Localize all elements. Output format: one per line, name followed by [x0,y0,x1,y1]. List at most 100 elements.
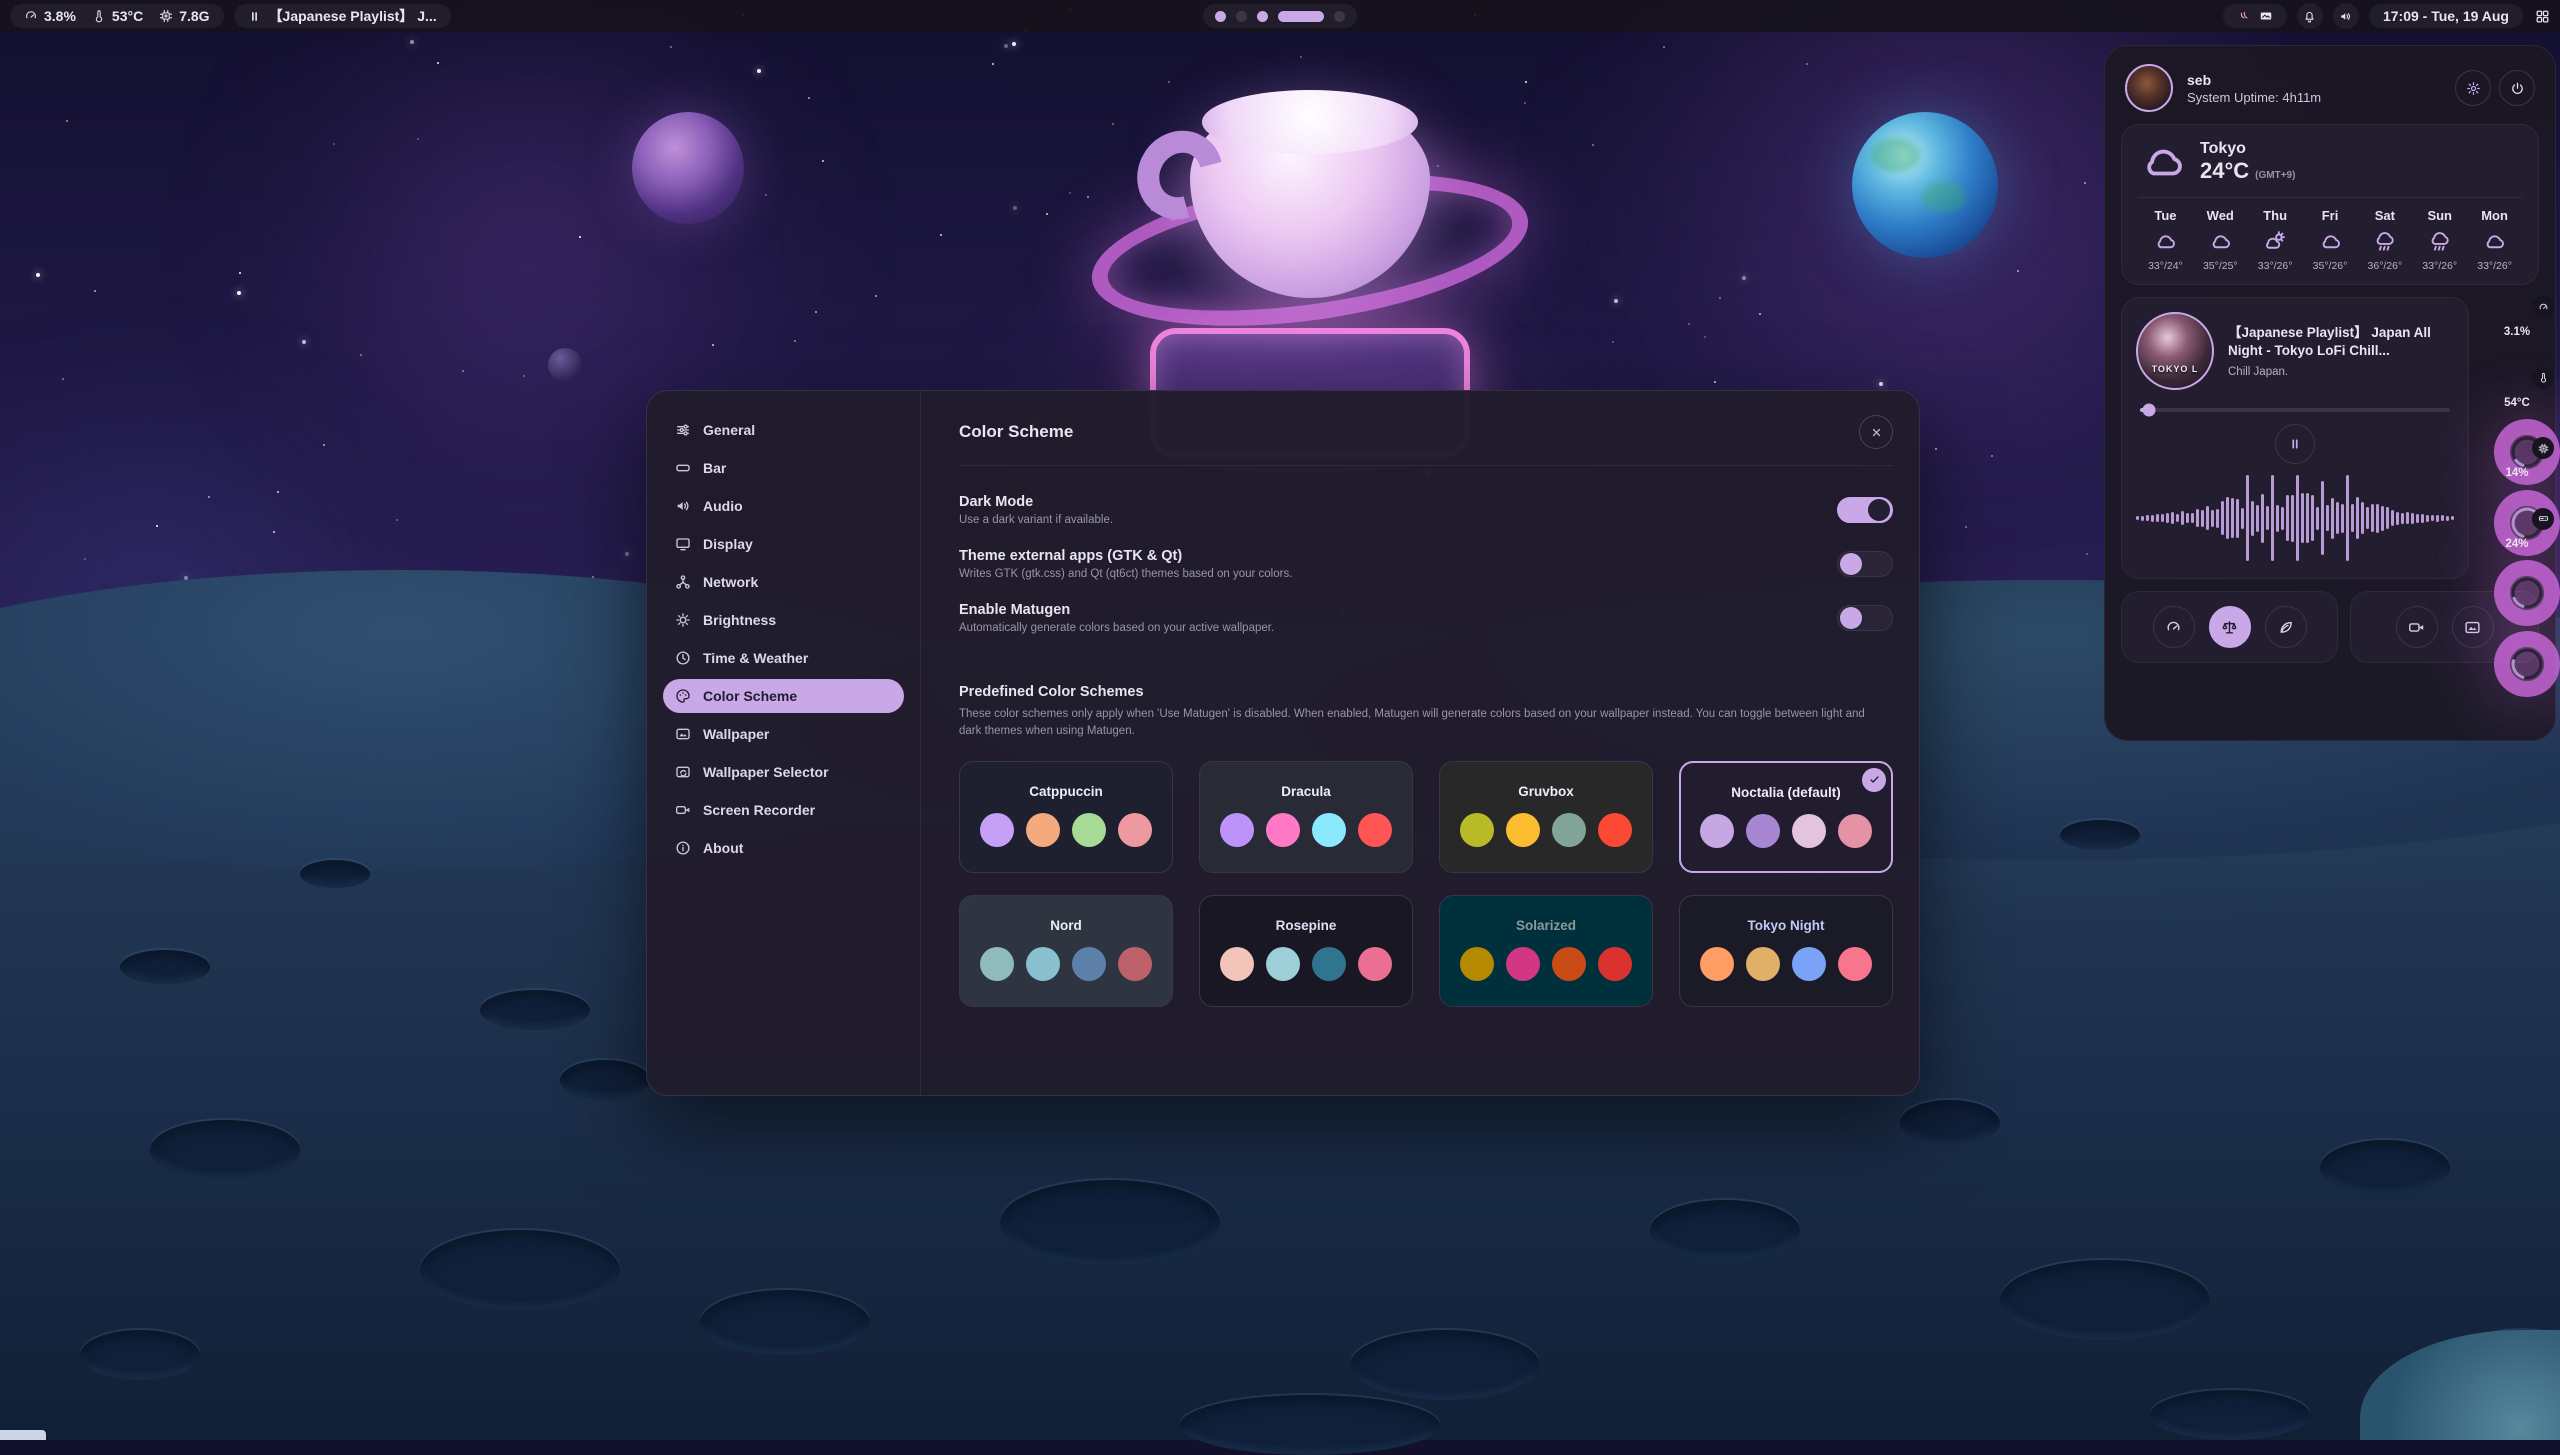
info-icon [675,840,691,856]
settings-button[interactable] [2455,70,2491,106]
color-scheme-card-rosepine[interactable]: Rosepine [1199,895,1413,1007]
star [66,120,68,122]
star [940,234,942,236]
clock[interactable]: 17:09 - Tue, 19 Aug [2369,4,2523,28]
cloud-icon [2140,139,2186,185]
visualizer-bar [2256,505,2259,532]
sidebar-item-bar[interactable]: Bar [663,451,904,485]
video-icon [675,802,691,818]
sidebar-item-wallpaper-selector[interactable]: Wallpaper Selector [663,755,904,789]
color-swatch [1312,813,1346,847]
color-scheme-card-tokyo-night[interactable]: Tokyo Night [1679,895,1893,1007]
workspace-dot-5[interactable] [1334,11,1345,22]
star [1879,382,1883,386]
volume-button[interactable] [2333,3,2359,29]
pause-button[interactable] [2275,424,2315,464]
forecast-day-tue: Tue33°/24° [2138,208,2193,272]
gauge-thermometer: 54°C [2484,370,2550,436]
notifications-button[interactable] [2297,3,2323,29]
visualizer-bar [2171,512,2174,524]
monitor-icon [675,536,691,552]
wallpaper-tray-icon[interactable] [2259,9,2273,23]
tray-app-icon[interactable] [2237,9,2251,23]
scheme-swatches [1700,814,1872,848]
seek-knob[interactable] [2143,404,2156,417]
star [1965,526,1967,528]
power-profile-power-saver[interactable] [2265,606,2307,648]
color-scheme-card-gruvbox[interactable]: Gruvbox [1439,761,1653,873]
media-pill[interactable]: 【Japanese Playlist】 J... [234,4,451,28]
forecast-temps: 33°/26° [2477,260,2512,272]
seek-bar[interactable] [2140,408,2450,412]
sidebar-item-time-weather[interactable]: Time & Weather [663,641,904,675]
color-scheme-card-nord[interactable]: Nord [959,895,1173,1007]
color-scheme-card-solarized[interactable]: Solarized [1439,895,1653,1007]
color-scheme-card-noctalia-default-[interactable]: Noctalia (default) [1679,761,1893,873]
workspace-dot-1[interactable] [1215,11,1226,22]
dark-mode-toggle[interactable] [1837,497,1893,523]
star [2086,553,2088,555]
star [757,69,761,73]
album-art[interactable]: TOKYO L [2136,312,2214,390]
color-swatch [1792,947,1826,981]
toggle-knob [1840,553,1862,575]
sidebar-item-network[interactable]: Network [663,565,904,599]
color-swatch [1026,947,1060,981]
color-scheme-card-dracula[interactable]: Dracula [1199,761,1413,873]
scheme-name: Catppuccin [1029,784,1103,799]
rain-icon [2373,230,2396,253]
visualizer-bar [2431,515,2434,521]
audio-visualizer [2136,472,2454,564]
star [1013,206,1017,210]
setting-title: Theme external apps (GTK & Qt) [959,548,1292,564]
sidebar-item-label: About [703,840,743,856]
color-scheme-card-catppuccin[interactable]: Catppuccin [959,761,1173,873]
color-swatch [1358,947,1392,981]
star [1704,336,1706,338]
section-title: Predefined Color Schemes [959,684,1893,700]
power-profile-balanced[interactable] [2209,606,2251,648]
power-profile-performance[interactable] [2153,606,2195,648]
sidebar-item-wallpaper[interactable]: Wallpaper [663,717,904,751]
star [875,295,877,297]
star [84,558,86,560]
sidebar-item-general[interactable]: General [663,413,904,447]
setting-title: Dark Mode [959,494,1113,510]
settings-window: General Bar Audio Display Network Brightness T… [646,390,1920,1096]
crater [2000,1260,2210,1340]
quick-action-wallpaper[interactable] [2452,606,2494,648]
visualizer-bar [2361,502,2364,534]
sidebar-item-display[interactable]: Display [663,527,904,561]
workspace-dot-4[interactable] [1278,11,1324,22]
avatar[interactable] [2125,64,2173,112]
visualizer-bar [2201,510,2204,527]
sidebar-item-color-scheme[interactable]: Color Scheme [663,679,904,713]
star [822,160,824,162]
cloud-icon [2319,230,2342,253]
purple-planet [632,112,744,224]
workspace-dot-3[interactable] [1257,11,1268,22]
system-stats-pill[interactable]: 3.8% 53°C 7.8G [10,4,224,28]
launcher-icon[interactable] [2535,9,2550,24]
star [1012,42,1016,46]
forecast-day-label: Mon [2481,208,2508,223]
star [808,97,810,99]
close-button[interactable] [1859,415,1893,449]
workspace-dot-2[interactable] [1236,11,1247,22]
scheme-name: Nord [1050,918,1082,933]
sidebar-item-about[interactable]: About [663,831,904,865]
enable-matugen-toggle[interactable] [1837,605,1893,631]
sidebar-item-audio[interactable]: Audio [663,489,904,523]
quick-action-screen-recorder[interactable] [2396,606,2438,648]
visualizer-bar [2346,475,2349,561]
color-swatch [1792,814,1826,848]
star [462,370,464,372]
sidebar-item-label: Network [703,574,758,590]
sidebar-item-screen-recorder[interactable]: Screen Recorder [663,793,904,827]
sidebar-item-brightness[interactable]: Brightness [663,603,904,637]
system-tray[interactable] [2223,4,2287,28]
power-button[interactable] [2499,70,2535,106]
visualizer-bar [2441,515,2444,521]
theme-external-apps-toggle[interactable] [1837,551,1893,577]
workspace-indicator[interactable] [1203,4,1357,28]
